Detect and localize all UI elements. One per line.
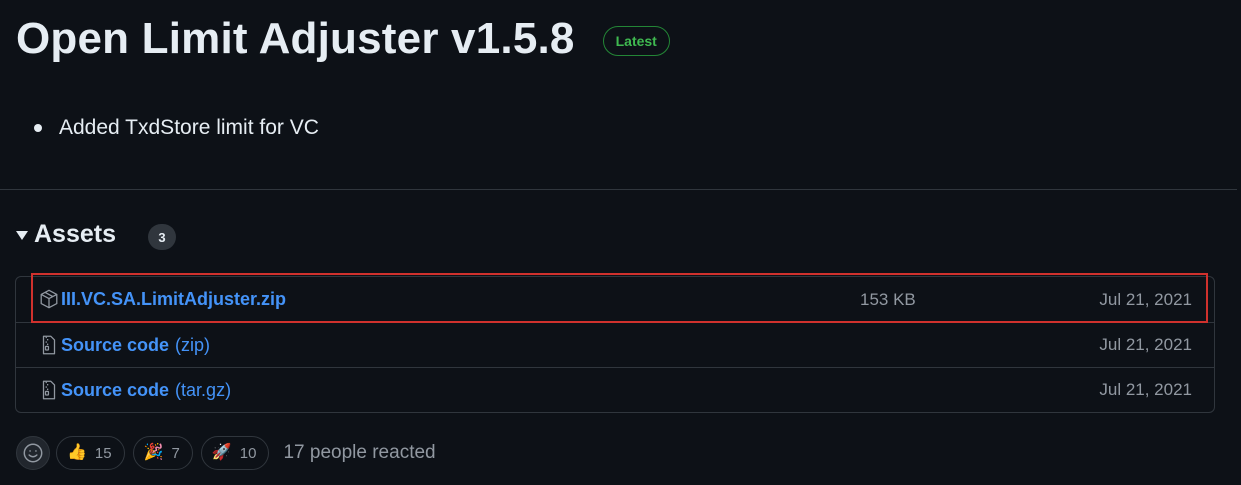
assets-toggle[interactable]: Assets 3 (16, 218, 176, 250)
asset-name-text: III.VC.SA.LimitAdjuster.zip (61, 289, 287, 309)
reaction-count: 7 (171, 444, 180, 462)
asset-name-text: Source code (61, 379, 170, 400)
smiley-icon (23, 443, 43, 463)
file-zip-icon (42, 335, 56, 355)
reaction-thumbs-up-button[interactable]: 👍 15 (56, 436, 125, 470)
reactions-summary: 17 people reacted (283, 442, 436, 463)
source-code-targz-link[interactable]: Source code (tar.gz) (61, 380, 231, 401)
asset-date: Jul 21, 2021 (1099, 335, 1192, 354)
bullet-icon (34, 124, 42, 132)
release-note-text: Added TxdStore limit for VC (59, 116, 319, 139)
latest-badge: Latest (602, 26, 670, 56)
asset-date: Jul 21, 2021 (1099, 380, 1192, 399)
package-icon (40, 289, 58, 309)
release-notes: Added TxdStore limit for VC (34, 116, 319, 140)
asset-size: 153 KB (860, 289, 916, 309)
rocket-icon: 🚀 (211, 444, 232, 461)
asset-link-limitadjuster-zip[interactable]: III.VC.SA.LimitAdjuster.zip (61, 289, 286, 310)
assets-count-badge: 3 (148, 224, 176, 250)
reaction-rocket-button[interactable]: 🚀 10 (200, 436, 270, 470)
caret-down-icon (16, 231, 28, 240)
party-popper-icon: 🎉 (143, 444, 164, 461)
thumbs-up-icon: 👍 (67, 444, 87, 461)
asset-name-text: Source code (61, 334, 170, 355)
reaction-count: 10 (239, 444, 257, 462)
source-code-zip-link[interactable]: Source code (zip) (61, 335, 210, 356)
asset-row: Source code (tar.gz) Jul 21, 2021 (16, 367, 1214, 412)
asset-format-suffix: (zip) (175, 334, 211, 355)
asset-row: III.VC.SA.LimitAdjuster.zip 153 KB Jul 2… (16, 277, 1214, 322)
release-page: Open Limit Adjuster v1.5.8 Latest Added … (0, 0, 1241, 485)
release-header: Open Limit Adjuster v1.5.8 Latest (16, 10, 670, 68)
release-title[interactable]: Open Limit Adjuster v1.5.8 (16, 10, 575, 68)
assets-list: III.VC.SA.LimitAdjuster.zip 153 KB Jul 2… (15, 276, 1215, 413)
asset-row: Source code (zip) Jul 21, 2021 (16, 322, 1214, 367)
asset-format-suffix: (tar.gz) (175, 379, 232, 400)
file-zip-icon (42, 380, 56, 400)
add-reaction-button[interactable] (16, 436, 50, 470)
divider (0, 189, 1237, 190)
reactions-bar: 👍 15 🎉 7 🚀 10 17 people reacted (16, 436, 436, 470)
reaction-count: 15 (94, 444, 112, 462)
assets-title: Assets (34, 219, 116, 248)
asset-date: Jul 21, 2021 (1099, 289, 1192, 309)
reaction-hooray-button[interactable]: 🎉 7 (132, 436, 193, 470)
release-note-item: Added TxdStore limit for VC (34, 116, 319, 140)
